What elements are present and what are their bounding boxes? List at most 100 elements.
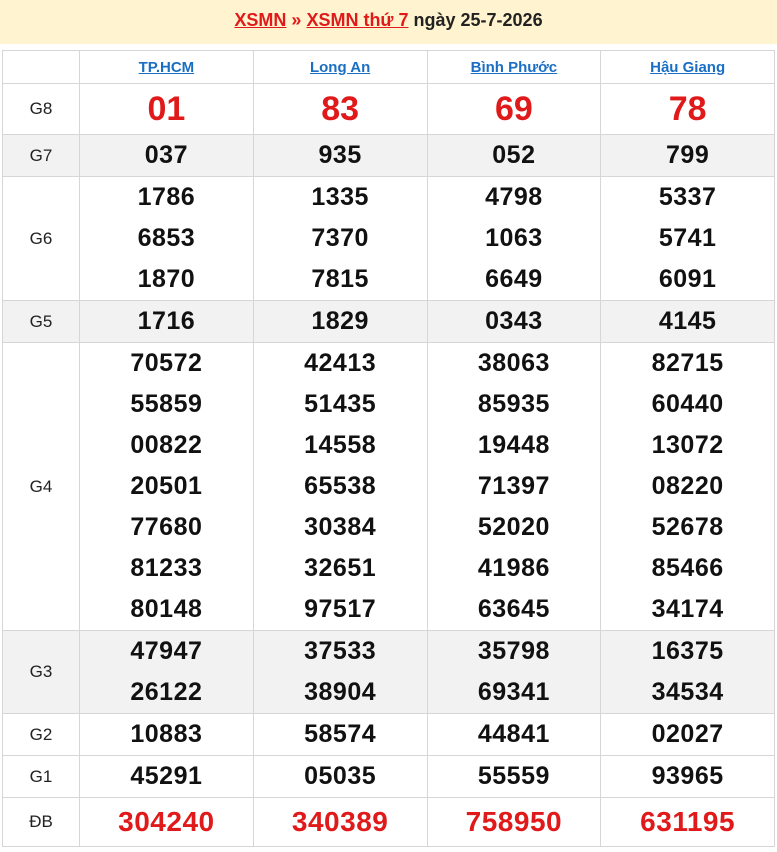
prize-number: 1786 xyxy=(137,183,196,211)
prize-cell: 758950 xyxy=(426,797,602,847)
prize-number: 69 xyxy=(494,89,533,128)
prize-number: 08220 xyxy=(651,472,724,500)
prize-number: 052 xyxy=(492,141,536,169)
prize-cell: 1786 6853 1870 xyxy=(79,176,254,301)
prize-number: 55859 xyxy=(130,390,203,418)
province-link-long-an[interactable]: Long An xyxy=(310,59,370,76)
prize-number: 65538 xyxy=(304,472,377,500)
prize-number: 42413 xyxy=(304,349,377,377)
prize-number: 5337 xyxy=(658,183,717,211)
prize-number: 60440 xyxy=(651,390,724,418)
prize-cell: 82715 60440 13072 08220 52678 85466 34174 xyxy=(600,342,775,631)
prize-number: 97517 xyxy=(304,595,377,623)
prize-cell: 55559 xyxy=(426,755,602,798)
prize-label: G8 xyxy=(2,83,80,135)
province-link-tphcm[interactable]: TP.HCM xyxy=(139,59,195,76)
prize-cell: 16375 34534 xyxy=(600,630,775,714)
prize-cell: 38063 85935 19448 71397 52020 41986 63645 xyxy=(426,342,602,631)
prize-row: G4 70572 55859 00822 20501 77680 81233 80148 424… xyxy=(2,342,775,631)
prize-cell: 93965 xyxy=(600,755,775,798)
prize-number: 4798 xyxy=(485,183,543,211)
prize-cell: 70572 55859 00822 20501 77680 81233 80148 xyxy=(79,342,254,631)
corner-cell xyxy=(2,50,80,84)
prize-number: 85935 xyxy=(477,390,550,418)
prize-number: 304240 xyxy=(118,806,215,837)
prize-number: 71397 xyxy=(477,472,550,500)
prize-cell: 935 xyxy=(252,134,428,177)
prize-label: G4 xyxy=(2,342,80,631)
prize-number: 52020 xyxy=(477,513,550,541)
prize-cell: 10883 xyxy=(79,713,254,756)
province-header: Hậu Giang xyxy=(600,50,775,84)
prize-number: 26122 xyxy=(130,678,203,706)
prize-label: G3 xyxy=(2,630,80,714)
prize-cell: 4798 1063 6649 xyxy=(426,176,602,301)
prize-cell: 45291 xyxy=(79,755,254,798)
prize-number: 5741 xyxy=(658,224,717,252)
prize-number: 77680 xyxy=(130,513,203,541)
prize-number: 6649 xyxy=(485,265,543,293)
xsmn-saturday-link[interactable]: XSMN thứ 7 xyxy=(306,10,408,30)
prize-cell: 5337 5741 6091 xyxy=(600,176,775,301)
prize-number: 340389 xyxy=(291,806,389,837)
prize-number: 1063 xyxy=(485,224,543,252)
prize-number: 47947 xyxy=(130,637,203,665)
prize-number: 799 xyxy=(666,141,710,169)
prize-number: 7370 xyxy=(311,224,369,252)
prize-row: G3 47947 26122 37533 38904 35798 69341 16375 345… xyxy=(2,630,775,714)
prize-number: 02027 xyxy=(651,720,724,748)
prize-cell: 58574 xyxy=(252,713,428,756)
prize-label: G1 xyxy=(2,755,80,798)
prize-number: 81233 xyxy=(130,554,203,582)
prize-number: 70572 xyxy=(130,349,203,377)
prize-cell: 47947 26122 xyxy=(79,630,254,714)
province-header: Bình Phước xyxy=(426,50,602,84)
prize-label: G7 xyxy=(2,134,80,177)
province-header: TP.HCM xyxy=(79,50,254,84)
province-header: Long An xyxy=(252,50,428,84)
prize-cell: 1716 xyxy=(79,300,254,343)
prize-cell: 4145 xyxy=(600,300,775,343)
prize-cell: 1829 xyxy=(252,300,428,343)
prize-number: 69341 xyxy=(477,678,550,706)
prize-number: 7815 xyxy=(311,265,369,293)
province-header-row: TP.HCM Long An Bình Phước Hậu Giang xyxy=(2,50,775,84)
prize-number: 14558 xyxy=(304,431,377,459)
prize-number: 35798 xyxy=(477,637,550,665)
prize-label: G2 xyxy=(2,713,80,756)
prize-cell: 44841 xyxy=(426,713,602,756)
prize-cell: 052 xyxy=(426,134,602,177)
prize-cell: 05035 xyxy=(252,755,428,798)
prize-cell: 78 xyxy=(600,83,775,135)
province-link-hau-giang[interactable]: Hậu Giang xyxy=(650,59,725,76)
prize-number: 41986 xyxy=(477,554,550,582)
prize-cell: 340389 xyxy=(252,797,428,847)
prize-number: 1829 xyxy=(311,307,369,335)
prize-number: 93965 xyxy=(651,762,724,790)
prize-number: 01 xyxy=(147,89,186,128)
prize-number: 51435 xyxy=(304,390,377,418)
prize-number: 1335 xyxy=(311,183,369,211)
prize-label: G5 xyxy=(2,300,80,343)
prize-cell: 83 xyxy=(252,83,428,135)
prize-number: 85466 xyxy=(651,554,724,582)
prize-number: 44841 xyxy=(477,720,550,748)
prize-number: 13072 xyxy=(651,431,724,459)
prize-label: ĐB xyxy=(2,797,80,847)
prize-label: G6 xyxy=(2,176,80,301)
prize-number: 19448 xyxy=(477,431,550,459)
prize-number: 16375 xyxy=(651,637,724,665)
province-link-binh-phuoc[interactable]: Bình Phước xyxy=(471,59,558,76)
prize-number: 935 xyxy=(318,141,362,169)
prize-number: 10883 xyxy=(130,720,203,748)
prize-number: 58574 xyxy=(304,720,377,748)
prize-number: 037 xyxy=(144,141,188,169)
prize-row: G5 1716 1829 0343 4145 xyxy=(2,300,775,343)
prize-number: 80148 xyxy=(130,595,203,623)
prize-number: 05035 xyxy=(304,762,377,790)
prize-cell: 01 xyxy=(79,83,254,135)
prize-cell: 02027 xyxy=(600,713,775,756)
prize-number: 83 xyxy=(321,89,360,128)
xsmn-link[interactable]: XSMN xyxy=(234,10,286,30)
prize-number: 758950 xyxy=(465,806,563,837)
